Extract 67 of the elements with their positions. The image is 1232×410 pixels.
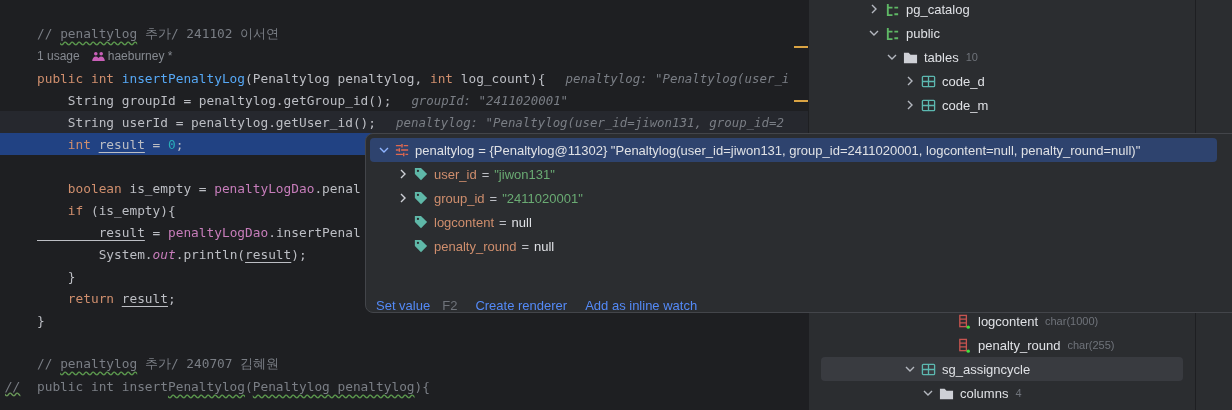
comment-mark: //	[5, 378, 21, 394]
item-count: 4	[1015, 387, 1022, 399]
chevron-icon[interactable]	[379, 145, 389, 155]
code-line: public int insertPenaltyLog(Penaltylog penaltylog, int log_count){	[37, 70, 546, 86]
code-line: public int insertPenaltylog(Penaltylog penaltylog){	[37, 378, 430, 394]
stripe-mark	[794, 100, 808, 102]
action-link[interactable]: Set value	[376, 298, 431, 313]
code-line: String groupId = penaltylog.getGroup_id();	[66, 92, 392, 108]
tag-icon	[414, 215, 428, 229]
tree-item[interactable]: code_m	[821, 93, 1183, 117]
table-icon	[921, 97, 936, 113]
chevron-icon[interactable]	[905, 76, 915, 86]
tree-item[interactable]: public	[821, 21, 1183, 45]
chevron-icon[interactable]	[923, 388, 933, 398]
code-line: // penaltylog 추가/ 241102 이서연	[37, 25, 280, 43]
chevron-icon[interactable]	[398, 193, 408, 203]
chevron-icon[interactable]	[869, 4, 879, 14]
variable-row[interactable]: penaltylog = {Penaltylog@11302} "Penaltylog(user_id=jiwon131, group_id=2411020001, logcontent=null, penalty_round=null)"	[370, 138, 1217, 162]
field-row[interactable]: penalty_round = null	[366, 234, 1232, 258]
chevron-icon[interactable]	[905, 100, 915, 110]
people-icon	[91, 51, 105, 61]
inline-value-hint: penaltylog: "Penaltylog(user_i	[565, 70, 790, 86]
schema-icon	[885, 25, 900, 41]
field-row[interactable]: logcontent = null	[366, 210, 1232, 234]
tag-icon	[414, 191, 428, 205]
code-line: return result;	[66, 290, 176, 306]
usage-count[interactable]: 1 usage	[37, 49, 80, 63]
stripe-mark	[794, 46, 808, 48]
table-icon	[921, 361, 936, 377]
tag-icon	[414, 167, 428, 181]
code-line: if (is_empty){	[66, 202, 176, 218]
code-line: boolean is_empty = penaltyLogDao.penal	[66, 180, 361, 196]
tree-item[interactable]: sg_assigncycle	[821, 357, 1183, 381]
action-link[interactable]: Create renderer	[475, 298, 568, 313]
column-icon	[957, 337, 972, 353]
field-row[interactable]: user_id = "jiwon131"	[366, 162, 1232, 186]
table-icon	[921, 73, 936, 89]
code-line: System.out.println(result);	[97, 246, 307, 262]
code-line: int result = 0;	[66, 136, 184, 152]
tree-item[interactable]: tables 10	[821, 45, 1183, 69]
code-line: String userId = penaltylog.getUser_id();	[66, 114, 376, 130]
tree-item[interactable]: penalty_round char(255)	[821, 333, 1183, 357]
chevron-icon[interactable]	[398, 169, 408, 179]
code-line: }	[66, 268, 76, 284]
code-line: }	[37, 312, 45, 328]
tree-item[interactable]: columns 4	[821, 381, 1183, 405]
code-line: // penaltylog 추가/ 240707 김혜원	[37, 355, 280, 373]
column-icon	[957, 313, 972, 329]
schema-icon	[885, 1, 900, 17]
author-name[interactable]: haeburney *	[107, 49, 173, 63]
tag-icon	[414, 239, 428, 253]
tree-item[interactable]: logcontent char(1000)	[821, 309, 1183, 333]
tree-item[interactable]: code_d	[821, 69, 1183, 93]
code-line: result = penaltyLogDao.insertPenal	[97, 224, 361, 240]
chevron-icon[interactable]	[887, 52, 897, 62]
object-icon	[395, 143, 409, 157]
field-row[interactable]: group_id = "2411020001"	[366, 186, 1232, 210]
chevron-icon[interactable]	[905, 364, 915, 374]
inline-value-hint: penaltylog: "Penaltylog(user_id=jiwon131, group_id=2	[396, 114, 784, 130]
column-type: char(255)	[1067, 339, 1115, 351]
inline-value-hint: groupId: "2411020001"	[411, 92, 569, 108]
item-count: 10	[965, 51, 978, 63]
action-link[interactable]: Add as inline watch	[585, 298, 698, 313]
shortcut-hint: F2	[442, 298, 458, 313]
column-type: char(1000)	[1045, 315, 1099, 327]
tree-item[interactable]: pg_catalog	[821, 0, 1183, 21]
chevron-icon[interactable]	[869, 28, 879, 38]
